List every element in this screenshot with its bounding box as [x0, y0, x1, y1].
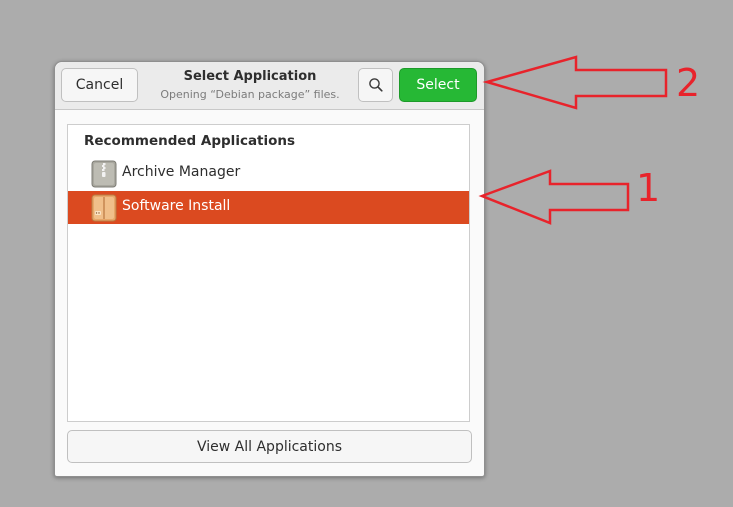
annotation-label-2: 2	[676, 61, 701, 105]
annotation-arrow-1	[478, 169, 630, 225]
annotation-label-1: 1	[636, 166, 661, 210]
annotation-overlay	[478, 55, 668, 225]
annotation-arrow-2	[482, 55, 668, 110]
